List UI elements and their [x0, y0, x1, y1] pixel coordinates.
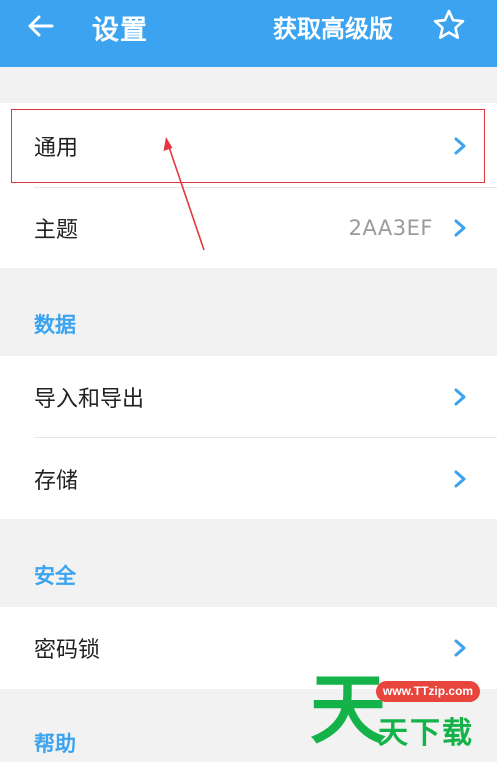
row-label: 密码锁: [34, 638, 101, 663]
chevron-right-icon: [454, 388, 466, 406]
theme-color-value: 2AA3EF: [348, 216, 433, 240]
settings-row-general[interactable]: 通用: [0, 105, 497, 187]
chevron-right-icon: [454, 470, 466, 488]
section-header-security: 安全: [34, 564, 76, 588]
settings-row-import-export[interactable]: 导入和导出: [0, 356, 497, 438]
star-outline-icon[interactable]: [432, 8, 466, 42]
watermark-text: 天下载: [378, 716, 474, 751]
top-app-bar: 设置 获取高级版: [0, 0, 497, 67]
page-title: 设置: [92, 15, 148, 46]
back-button[interactable]: [24, 10, 56, 42]
arrow-left-icon: [28, 15, 54, 37]
settings-card-data: 导入和导出 存储: [0, 356, 497, 519]
chevron-right-icon: [454, 137, 466, 155]
settings-row-storage[interactable]: 存储: [0, 438, 497, 520]
settings-row-theme[interactable]: 主题 2AA3EF: [0, 187, 497, 269]
row-label: 存储: [34, 469, 79, 494]
section-header-data: 数据: [34, 313, 76, 337]
chevron-right-icon: [454, 219, 466, 237]
site-watermark: 天 www.TTzip.com 天下载: [300, 668, 497, 762]
watermark-logo-char: 天: [310, 665, 386, 754]
section-header-help: 帮助: [34, 732, 76, 756]
get-premium-button[interactable]: 获取高级版: [273, 9, 393, 44]
settings-card-general: 通用 主题 2AA3EF: [0, 103, 497, 268]
watermark-url: www.TTzip.com: [376, 681, 480, 702]
chevron-right-icon: [454, 639, 466, 657]
row-label: 主题: [34, 218, 79, 243]
row-label: 导入和导出: [34, 387, 145, 412]
row-label: 通用: [34, 136, 79, 161]
